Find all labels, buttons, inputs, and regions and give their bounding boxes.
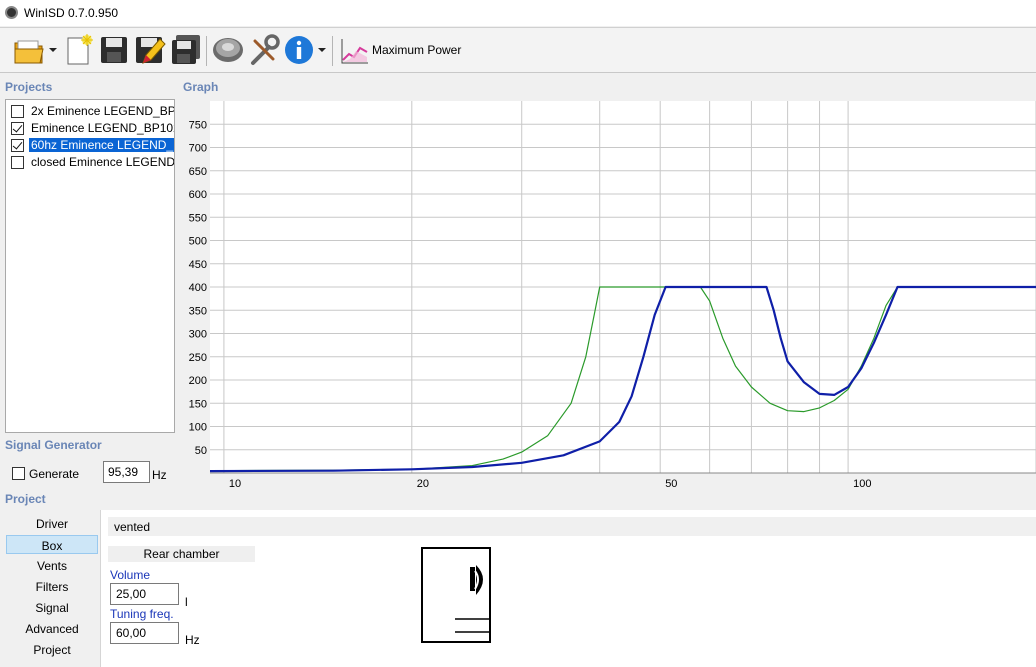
project-name: closed Eminence LEGEND_BP102-4 [31,155,174,169]
project-item[interactable]: 60hz Eminence LEGEND_BP102-4 [9,137,174,153]
volume-label: Volume [110,568,151,582]
tools-icon[interactable] [247,33,281,67]
info-dropdown-arrow[interactable] [318,48,326,52]
tuning-freq-input[interactable] [110,622,179,644]
y-tick-label: 650 [189,166,207,178]
driver-icon[interactable] [211,33,245,67]
new-document-icon[interactable] [64,33,94,67]
tab-vents[interactable]: Vents [6,556,98,575]
x-tick-label: 10 [229,478,241,490]
project-checkbox[interactable] [11,156,24,169]
y-tick-label: 250 [189,352,207,364]
projects-list[interactable]: 2x Eminence LEGEND_BP102-4 Eminence LEGEN… [5,99,175,433]
volume-unit: l [185,595,188,609]
y-tick-label: 450 [189,259,207,271]
tab-project[interactable]: Project [6,640,98,659]
y-tick-label: 550 [189,212,207,224]
app-speaker-icon [5,6,18,19]
graph-section-label: Graph [183,80,219,94]
graph-type-label[interactable]: Maximum Power [372,43,461,57]
tab-signal[interactable]: Signal [6,598,98,617]
y-tick-label: 350 [189,305,207,317]
y-tick-label: 600 [189,189,207,201]
y-tick-label: 300 [189,329,207,341]
y-tick-label: 500 [189,236,207,248]
tab-driver[interactable]: Driver [6,514,98,533]
generate-checkbox[interactable] [12,467,25,480]
toolbar-separator [332,36,333,66]
save-all-icon[interactable] [169,33,203,67]
y-tick-label: 100 [189,422,207,434]
x-tick-label: 50 [665,478,677,490]
volume-input[interactable] [110,583,179,605]
project-item[interactable]: Eminence LEGEND_BP102-4 [9,120,174,136]
box-diagram [421,547,491,643]
y-tick-label: 750 [189,119,207,131]
signal-generator-label: Signal Generator [5,438,102,452]
graph-plot[interactable]: 50 100 150 200 250 300 350 400 450 500 550 600 650 70… [180,99,1036,491]
window-title: WinISD 0.7.0.950 [24,6,119,20]
title-bar: WinISD 0.7.0.950 [0,0,1036,26]
x-tick-label: 20 [417,478,429,490]
project-checkbox[interactable] [11,139,24,152]
tuning-freq-label: Tuning freq. [110,607,174,621]
open-dropdown-arrow[interactable] [49,48,57,52]
tab-box[interactable]: Box [6,535,98,554]
generate-label: Generate [29,467,80,481]
project-name: 2x Eminence LEGEND_BP102-4 [31,104,174,118]
tuning-freq-unit: Hz [185,633,200,647]
project-checkbox[interactable] [11,105,24,118]
y-tick-label: 200 [189,375,207,387]
frequency-input[interactable] [103,461,150,483]
box-type-selector[interactable]: vented [108,517,1036,536]
save-as-icon[interactable] [133,33,167,67]
y-tick-label: 50 [195,445,207,457]
info-icon[interactable] [283,33,315,67]
project-name: Eminence LEGEND_BP102-4 [31,121,174,135]
y-tick-label: 400 [189,282,207,294]
project-item[interactable]: 2x Eminence LEGEND_BP102-4 [9,103,174,119]
y-tick-label: 700 [189,143,207,155]
project-item[interactable]: closed Eminence LEGEND_BP102-4 [9,154,174,170]
y-tick-label: 150 [189,398,207,410]
project-section-label: Project [5,492,46,506]
box-panel: vented Rear chamber Volume l Tuning freq… [100,510,1036,667]
rear-chamber-header: Rear chamber [108,546,255,562]
graph-icon[interactable] [338,33,370,67]
project-name: 60hz Eminence LEGEND_BP102-4 [28,137,174,153]
tab-advanced[interactable]: Advanced [6,619,98,638]
frequency-unit: Hz [152,468,167,482]
toolbar: Maximum Power [0,27,1036,73]
toolbar-separator [206,36,207,66]
open-folder-icon[interactable] [12,33,46,67]
save-icon[interactable] [98,33,130,67]
projects-section-label: Projects [5,80,53,94]
x-tick-label: 100 [853,478,871,490]
tab-filters[interactable]: Filters [6,577,98,596]
project-checkbox[interactable] [11,122,24,135]
